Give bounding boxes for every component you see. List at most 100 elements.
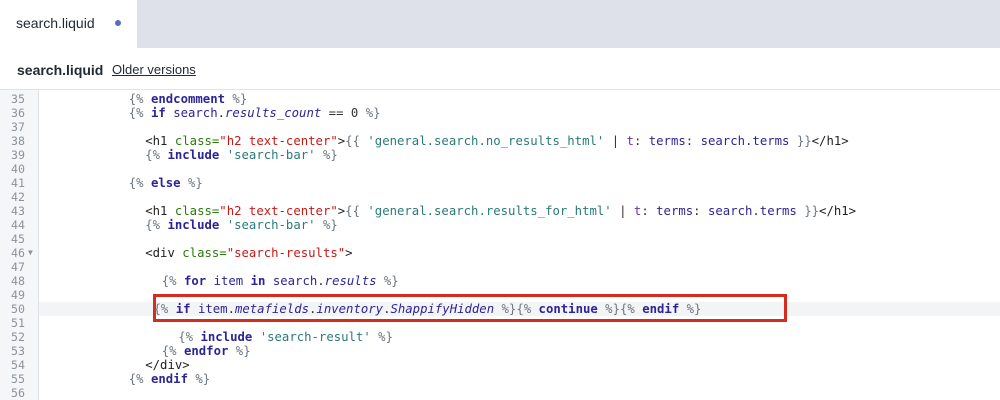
- code-line[interactable]: 43 <h1 class="h2 text-center">{{ 'general…: [0, 204, 1000, 218]
- code-line[interactable]: 55 {% endif %}: [0, 372, 1000, 386]
- code-token: continue: [538, 302, 598, 316]
- code-text: <h1 class="h2 text-center">{{ 'general.s…: [145, 134, 848, 148]
- code-token: .: [317, 274, 325, 288]
- code-token: 'general.search.no_results_html': [367, 134, 605, 148]
- line-number: 54: [11, 358, 25, 372]
- code-token: item: [213, 274, 244, 288]
- code-token: .: [227, 302, 235, 316]
- code-line[interactable]: 37: [0, 120, 1000, 134]
- code-line[interactable]: 40: [0, 162, 1000, 176]
- code-line[interactable]: 53 {% endfor %}: [0, 344, 1000, 358]
- code-token: |: [611, 204, 634, 218]
- code-token: endif: [642, 302, 680, 316]
- tab-search-liquid[interactable]: search.liquid: [0, 0, 137, 48]
- line-number: 43: [11, 204, 25, 218]
- code-token: else: [150, 176, 181, 190]
- code-line[interactable]: 54 </div>: [0, 358, 1000, 372]
- code-editor[interactable]: 35 {% endcomment %} 36 {% if search.results…: [0, 90, 1000, 400]
- code-token: {%: [161, 344, 184, 358]
- code-text: {% endfor %}: [162, 344, 251, 358]
- code-text: {% if search.results_count == 0 %}: [129, 106, 381, 120]
- code-line[interactable]: 48 {% for item in search.results %}: [0, 274, 1000, 288]
- code-token: <h1: [145, 204, 175, 218]
- code-token: endfor: [183, 344, 229, 358]
- line-number: 49: [11, 288, 25, 302]
- code-token: %}: [225, 92, 248, 106]
- code-text: {% include 'search-result' %}: [178, 330, 393, 344]
- code-line[interactable]: 44 {% include 'search-bar' %}: [0, 218, 1000, 232]
- code-token: %}: [365, 106, 381, 120]
- older-versions-link[interactable]: Older versions: [112, 62, 196, 77]
- code-token: :: [693, 204, 708, 218]
- line-number: 42: [11, 190, 25, 204]
- code-token: :: [633, 134, 649, 148]
- code-line[interactable]: 42: [0, 190, 1000, 204]
- line-number: 40: [11, 162, 25, 176]
- code-token: %}{%: [597, 302, 643, 316]
- code-token: 'search-bar': [226, 148, 316, 162]
- code-line[interactable]: 47: [0, 260, 1000, 274]
- code-line[interactable]: 49: [0, 288, 1000, 302]
- code-token: ShappifyHidden: [390, 302, 495, 316]
- code-token: %}: [376, 274, 399, 288]
- code-token: terms: [648, 134, 686, 148]
- code-token: endcomment: [150, 92, 226, 106]
- code-token: 'search-bar': [226, 218, 316, 232]
- code-token: metafields: [234, 302, 310, 316]
- code-token: {%: [128, 372, 151, 386]
- line-number: 47: [11, 260, 25, 274]
- fold-arrow-icon[interactable]: ▼: [28, 246, 33, 260]
- code-token: {%: [145, 218, 168, 232]
- code-line[interactable]: 52 {% include 'search-result' %}: [0, 330, 1000, 344]
- code-token: for: [183, 274, 207, 288]
- code-token: t: [626, 134, 634, 148]
- line-number: 35: [11, 92, 25, 106]
- code-token: {%: [128, 92, 151, 106]
- code-line[interactable]: 39 {% include 'search-bar' %}: [0, 148, 1000, 162]
- unsaved-dot-icon: [115, 20, 121, 26]
- code-token: :: [641, 204, 657, 218]
- code-token: 'search-result': [259, 330, 371, 344]
- code-text: {% if item.metafields.inventory.Shappify…: [154, 302, 702, 316]
- code-line[interactable]: 35 {% endcomment %}: [0, 92, 1000, 106]
- code-line[interactable]: 38 <h1 class="h2 text-center">{{ 'general…: [0, 134, 1000, 148]
- code-line[interactable]: 41 {% else %}: [0, 176, 1000, 190]
- code-token: }}: [796, 204, 820, 218]
- code-line[interactable]: 46 ▼ <div class="search-results">: [0, 246, 1000, 260]
- code-token: %}: [188, 372, 211, 386]
- code-token: {%: [128, 106, 151, 120]
- code-token: endif: [150, 372, 188, 386]
- code-token: <div: [145, 246, 183, 260]
- line-number: 52: [11, 330, 25, 344]
- line-number: 44: [11, 218, 25, 232]
- code-line[interactable]: 56: [0, 386, 1000, 400]
- code-token: search.terms: [700, 134, 790, 148]
- code-token: %}: [315, 218, 338, 232]
- code-token: if: [175, 302, 191, 316]
- code-token: {%: [145, 148, 168, 162]
- code-token: search: [272, 274, 318, 288]
- code-token: class=: [174, 204, 220, 218]
- code-token: "h2 text-center": [219, 134, 338, 148]
- code-line[interactable]: 50 {% if item.metafields.inventory.Shappi…: [0, 302, 1000, 316]
- code-token: </h1>: [811, 134, 849, 148]
- line-number: 51: [11, 316, 25, 330]
- code-text: <div class="search-results">: [145, 246, 352, 260]
- code-line[interactable]: 36 {% if search.results_count == 0 %}: [0, 106, 1000, 120]
- file-title: search.liquid: [17, 62, 104, 78]
- code-token: search.terms: [707, 204, 797, 218]
- code-line[interactable]: 45: [0, 232, 1000, 246]
- code-token: == 0: [321, 106, 366, 120]
- line-number: 36: [11, 106, 25, 120]
- code-token: </h1>: [819, 204, 857, 218]
- code-token: 'general.search.results_for_html': [367, 204, 612, 218]
- code-line[interactable]: 51: [0, 316, 1000, 330]
- code-token: inventory: [316, 302, 384, 316]
- line-number: 50: [11, 302, 25, 316]
- code-token: in: [250, 274, 266, 288]
- code-token: terms: [656, 204, 694, 218]
- code-token: "h2 text-center": [219, 204, 338, 218]
- code-token: if: [150, 106, 166, 120]
